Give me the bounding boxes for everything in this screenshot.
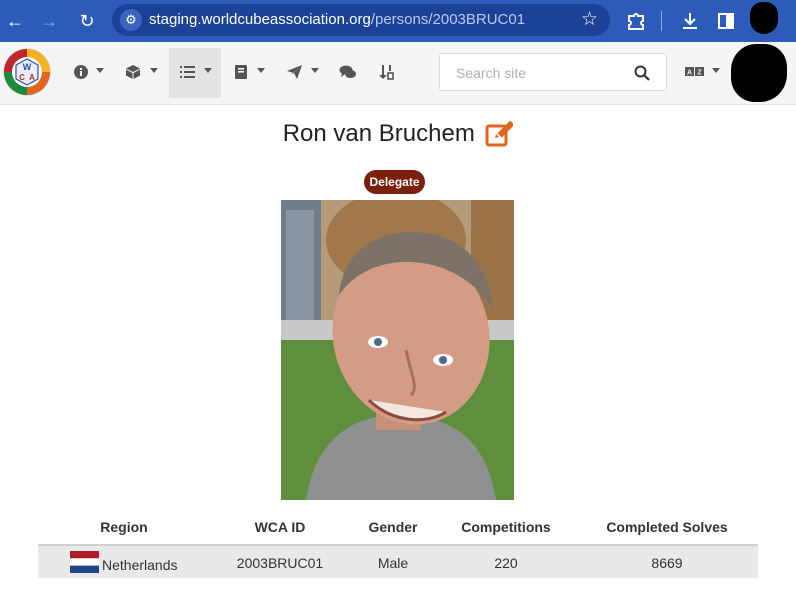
svg-text:C: C <box>19 73 25 82</box>
nav-competitions-menu[interactable] <box>118 48 164 98</box>
browser-toolbar: ← → ↻ ⚙ staging.worldcubeassociation.org… <box>0 0 796 42</box>
person-header: Ron van Bruchem <box>0 116 796 152</box>
url-path: /persons/2003BRUC01 <box>370 11 526 28</box>
comments-icon <box>339 64 357 85</box>
person-info-table: Region WCA ID Gender Competitions Comple… <box>38 510 758 578</box>
site-navbar: W C A Search site A Z <box>0 42 796 105</box>
delegate-badge[interactable]: Delegate <box>364 170 425 194</box>
column-header-competitions: Competitions <box>461 519 551 535</box>
nav-results-menu[interactable] <box>169 48 221 98</box>
wca-logo[interactable]: W C A <box>3 48 51 96</box>
ordered-list-icon <box>179 64 195 85</box>
cell-gender: Male <box>377 555 409 571</box>
reload-icon[interactable]: ↻ <box>74 8 100 34</box>
nav-regulations-menu[interactable] <box>226 48 270 98</box>
column-header-completed-solves: Completed Solves <box>606 519 728 535</box>
user-menu-avatar[interactable] <box>731 44 787 102</box>
cell-competitions: 220 <box>494 555 518 571</box>
svg-text:W: W <box>23 62 32 72</box>
svg-text:A: A <box>687 70 692 77</box>
profile-avatar[interactable] <box>750 2 778 34</box>
column-header-wca-id: WCA ID <box>254 519 306 535</box>
column-header-gender: Gender <box>368 519 418 535</box>
table-row: Netherlands 2003BRUC01 Male 220 8669 <box>38 544 758 578</box>
cube-icon <box>125 64 141 85</box>
chevron-down-icon <box>150 68 158 73</box>
book-icon <box>233 64 249 85</box>
site-search-box[interactable] <box>439 53 667 91</box>
nav-sort-link[interactable] <box>373 48 403 98</box>
download-icon[interactable] <box>677 8 703 34</box>
address-bar[interactable]: ⚙ staging.worldcubeassociation.org/perso… <box>112 4 610 36</box>
column-header-region: Region <box>100 519 148 535</box>
cell-completed-solves: 8669 <box>651 555 683 571</box>
back-arrow-icon[interactable]: ← <box>2 8 28 34</box>
sort-numeric-icon <box>379 64 395 85</box>
bookmark-star-icon[interactable]: ☆ <box>581 8 598 32</box>
forward-arrow-icon[interactable]: → <box>36 8 62 34</box>
table-header-row: Region WCA ID Gender Competitions Comple… <box>38 510 758 544</box>
language-icon: AZ <box>685 64 705 85</box>
paper-plane-icon <box>286 64 303 85</box>
side-panel-icon[interactable] <box>713 8 739 34</box>
chevron-down-icon <box>712 68 720 73</box>
url-text[interactable]: staging.worldcubeassociation.org/persons… <box>149 4 525 36</box>
edit-icon[interactable] <box>485 121 514 147</box>
region-name: Netherlands <box>102 557 178 573</box>
extensions-puzzle-icon[interactable] <box>623 8 649 34</box>
site-info-icon[interactable]: ⚙ <box>120 9 142 31</box>
person-name: Ron van Bruchem <box>282 120 475 147</box>
nav-language-menu[interactable]: AZ <box>679 48 725 98</box>
nav-contact-menu[interactable] <box>279 48 325 98</box>
svg-text:Z: Z <box>697 70 702 77</box>
nav-info-menu[interactable] <box>66 48 110 98</box>
chevron-down-icon <box>311 68 319 73</box>
person-avatar-photo <box>281 200 514 500</box>
nav-forum-link[interactable] <box>333 48 363 98</box>
chevron-down-icon <box>96 68 104 73</box>
info-icon <box>73 64 89 85</box>
toolbar-divider <box>661 11 662 31</box>
svg-text:A: A <box>29 73 35 82</box>
search-icon[interactable] <box>634 65 650 81</box>
search-input[interactable] <box>454 62 628 84</box>
cell-wca-id: 2003BRUC01 <box>236 555 324 571</box>
url-host: staging.worldcubeassociation.org <box>149 11 371 28</box>
chevron-down-icon <box>204 68 212 73</box>
netherlands-flag-icon <box>70 551 99 573</box>
chevron-down-icon <box>257 68 265 73</box>
cell-region: Netherlands <box>38 546 210 578</box>
